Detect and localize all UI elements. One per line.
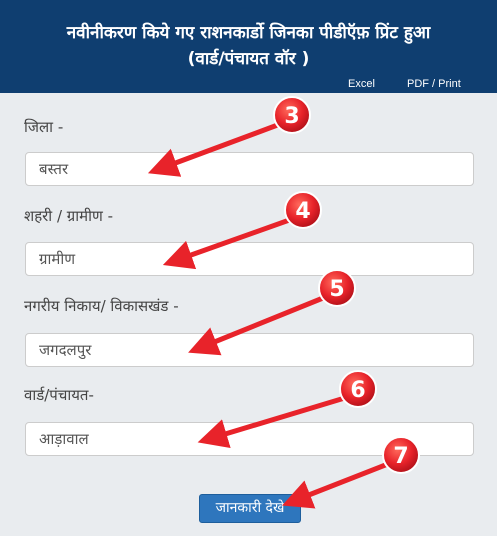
annotation-overlay: 3 4 5 6 7 <box>147 96 420 509</box>
annotation-number: 6 <box>350 378 365 403</box>
annotation-3: 3 <box>147 96 311 177</box>
annotation-number: 3 <box>284 104 299 129</box>
annotation-6: 6 <box>197 370 377 449</box>
annotation-4: 4 <box>162 191 322 270</box>
annotation-7: 7 <box>282 436 420 509</box>
annotation-number: 4 <box>295 199 310 224</box>
annotation-arrow <box>162 215 296 270</box>
annotation-arrow <box>197 394 349 449</box>
annotation-5: 5 <box>188 269 356 356</box>
annotation-number: 5 <box>329 277 344 302</box>
annotation-arrow <box>282 459 394 509</box>
annotation-number: 7 <box>393 444 408 469</box>
annotation-arrow <box>147 120 284 177</box>
annotation-arrow <box>188 293 329 356</box>
